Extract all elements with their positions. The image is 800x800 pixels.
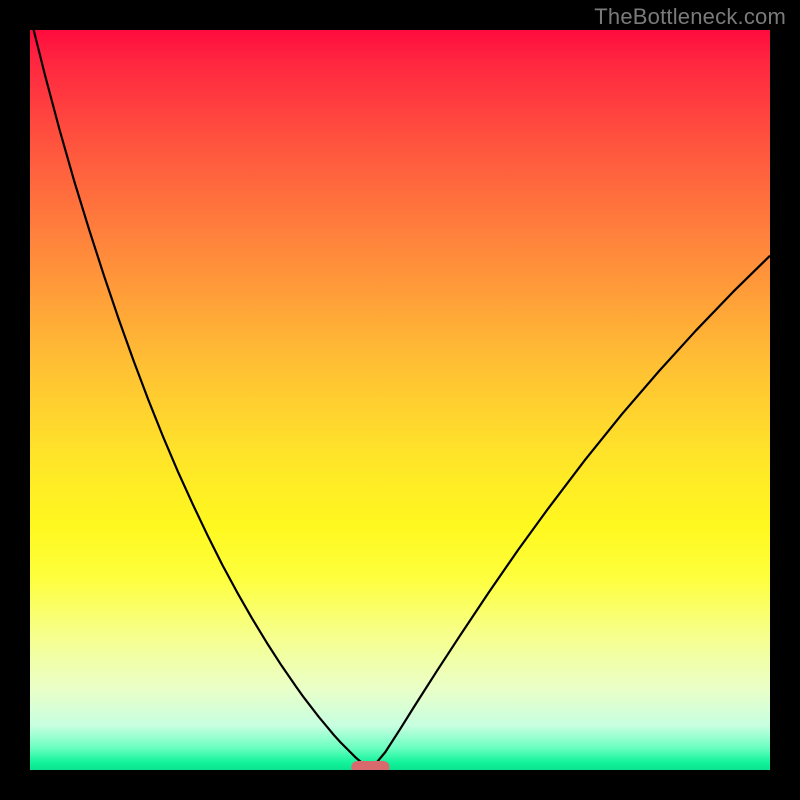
bottleneck-curve <box>30 30 770 770</box>
chart-frame: TheBottleneck.com <box>0 0 800 800</box>
watermark-text: TheBottleneck.com <box>594 4 786 30</box>
curve-svg <box>30 30 770 770</box>
plot-area <box>30 30 770 770</box>
minimum-marker <box>351 761 389 770</box>
